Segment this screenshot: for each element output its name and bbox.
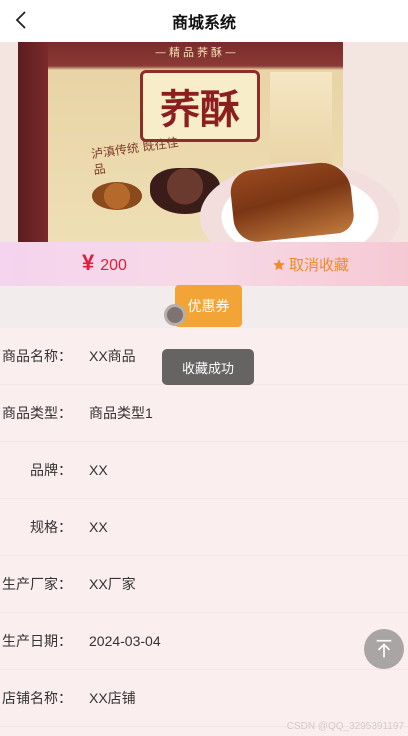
- app-header: 商城系统: [0, 0, 408, 42]
- detail-value: XX店铺: [89, 690, 136, 706]
- detail-value: XX厂家: [89, 576, 136, 592]
- star-icon: [273, 258, 285, 270]
- detail-row-brand: 品牌： XX: [0, 442, 408, 499]
- product-details: 商品名称： XX商品 商品类型： 商品类型1 品牌： XX 规格： XX 生产厂…: [0, 328, 408, 727]
- toast-message: 收藏成功: [162, 349, 254, 385]
- detail-value: XX: [89, 519, 108, 535]
- detail-value: XX商品: [89, 348, 136, 364]
- detail-label: 商品类型：: [2, 405, 72, 421]
- detail-value: 商品类型1: [89, 405, 153, 421]
- detail-label: 商品名称：: [2, 348, 72, 364]
- watermark: CSDN @QQ_3295391197: [286, 721, 404, 732]
- detail-label: 生产厂家：: [2, 576, 72, 592]
- favorite-label: 取消收藏: [289, 257, 350, 274]
- price-value: 200: [100, 257, 127, 274]
- currency-symbol: ¥: [82, 250, 95, 275]
- back-to-top-button[interactable]: [364, 629, 404, 669]
- box-banner-text: —精品荞酥—: [155, 46, 239, 59]
- box-label: 荞酥: [140, 70, 260, 142]
- detail-label: 规格：: [30, 519, 72, 535]
- detail-row-manufacturer: 生产厂家： XX厂家: [0, 556, 408, 613]
- detail-label: 生产日期：: [2, 633, 72, 649]
- arrow-up-to-top-icon: [376, 639, 392, 658]
- detail-label: 品牌：: [30, 462, 72, 478]
- chevron-left-icon[interactable]: [10, 8, 34, 32]
- price: ¥ 200: [82, 250, 127, 275]
- detail-row-store: 店铺名称： XX店铺: [0, 670, 408, 727]
- detail-row-type: 商品类型： 商品类型1: [0, 385, 408, 442]
- page-title: 商城系统: [171, 13, 236, 32]
- loading-indicator: [164, 304, 186, 326]
- detail-row-spec: 规格： XX: [0, 499, 408, 556]
- detail-value: XX: [89, 462, 108, 478]
- coupon-button[interactable]: 优惠券: [175, 285, 242, 327]
- price-bar: ¥ 200 取消收藏: [0, 242, 408, 286]
- detail-row-production-date: 生产日期： 2024-03-04: [0, 613, 408, 670]
- product-image: —精品荞酥— 荞酥 泸滇传统 既往佳品: [0, 42, 408, 242]
- detail-value: 2024-03-04: [89, 633, 161, 649]
- unfavorite-button[interactable]: 取消收藏: [272, 254, 349, 275]
- detail-label: 店铺名称：: [2, 690, 72, 706]
